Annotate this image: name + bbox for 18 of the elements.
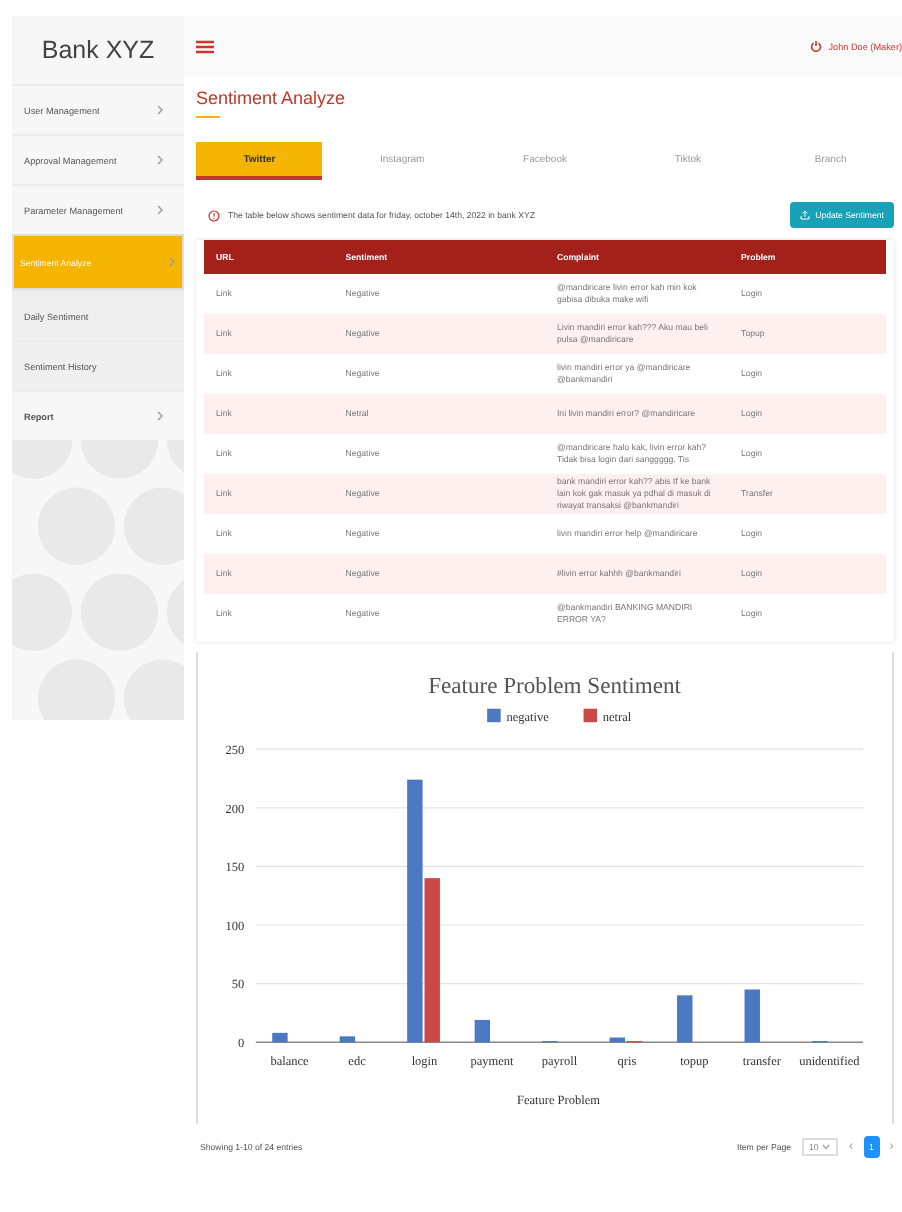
chevron-icon	[168, 256, 176, 268]
info-icon	[208, 209, 220, 221]
brand-logo: Bank XYZ	[39, 34, 157, 68]
bar	[744, 989, 760, 1043]
bar	[339, 1036, 356, 1043]
menu-icon[interactable]	[196, 39, 214, 53]
upload-icon	[799, 210, 810, 220]
chevron-icon	[156, 154, 164, 166]
bar	[677, 995, 693, 1043]
power-icon	[810, 40, 823, 52]
bar	[272, 1032, 288, 1043]
chevron-icon	[156, 104, 164, 116]
bar	[474, 1019, 491, 1043]
page-title: Sentiment Analyze	[196, 88, 348, 108]
chart-title: Feature Problem Sentiment	[428, 673, 681, 700]
chevron-icon	[156, 204, 164, 216]
caret-icon	[822, 1144, 831, 1150]
chevron-icon	[156, 410, 164, 422]
